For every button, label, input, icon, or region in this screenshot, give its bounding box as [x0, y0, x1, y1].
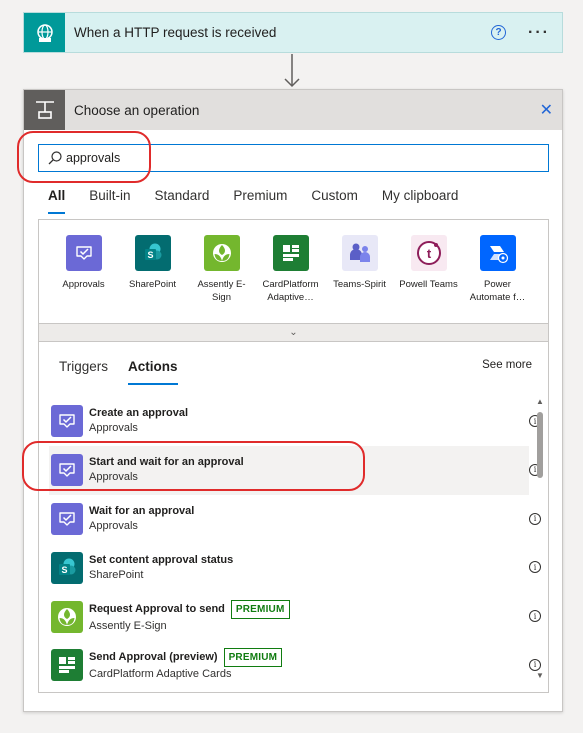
premium-badge: PREMIUM: [230, 599, 290, 619]
approvals-icon: [51, 502, 83, 535]
action-connector: CardPlatform Adaptive Cards: [89, 668, 232, 681]
action-connector: Approvals: [89, 519, 138, 532]
teams-spirit-icon: [341, 235, 378, 271]
sharepoint-icon: S: [51, 551, 83, 584]
action-item[interactable]: Wait for an approval Approvals i: [49, 495, 541, 544]
category-tabs: All Built-in Standard Premium Custom My clipb…: [48, 188, 482, 214]
action-name: Wait for an approval: [89, 504, 195, 517]
connector-name: Powell Teams: [399, 279, 458, 290]
tab-all[interactable]: All: [48, 188, 66, 214]
chevron-down-icon: ⌄: [289, 327, 298, 338]
connector-name: SharePoint: [128, 279, 176, 290]
action-connector: Assently E-Sign: [89, 619, 167, 632]
tab-standard[interactable]: Standard: [155, 188, 210, 214]
help-icon[interactable]: ?: [491, 25, 507, 40]
more-options-icon[interactable]: ···: [528, 24, 550, 42]
power-automate-icon: [479, 235, 516, 271]
connector-name: Approvals: [62, 279, 105, 290]
scroll-up-icon[interactable]: ▲: [536, 398, 544, 406]
flow-arrow-icon: [284, 54, 300, 88]
approvals-icon: [51, 405, 83, 438]
tab-my-clipboard[interactable]: My clipboard: [382, 188, 459, 214]
cardplatform-icon: [51, 649, 83, 682]
scroll-down-icon[interactable]: ▼: [536, 672, 544, 680]
tab-actions[interactable]: Actions: [128, 359, 178, 385]
tab-custom[interactable]: Custom: [311, 188, 358, 214]
tab-built-in[interactable]: Built-in: [89, 188, 130, 214]
connector-powell-teams[interactable]: t Powell Teams: [394, 235, 463, 304]
panel-header: Choose an operation ✕: [24, 90, 562, 130]
connector-name: CardPlatform Adaptive…: [262, 279, 319, 303]
action-name: Create an approval: [89, 407, 189, 420]
action-item[interactable]: Create an approval Approvals i: [49, 397, 541, 446]
connector-assently[interactable]: Assently E-Sign: [187, 235, 256, 304]
action-item[interactable]: S Set content approval status SharePoint…: [49, 543, 541, 592]
result-tabs: Triggers Actions: [59, 359, 198, 385]
operation-icon: [24, 90, 65, 130]
http-trigger-card[interactable]: When a HTTP request is received ? ···: [23, 12, 563, 53]
connector-sharepoint[interactable]: S SharePoint: [118, 235, 187, 304]
assently-icon: [51, 600, 83, 633]
connector-name: Power Automate f…: [469, 279, 526, 303]
see-more-link[interactable]: See more: [482, 359, 532, 371]
svg-text:S: S: [61, 565, 67, 575]
tab-triggers[interactable]: Triggers: [59, 359, 108, 385]
panel-title: Choose an operation: [74, 102, 200, 118]
action-connector: SharePoint: [89, 568, 144, 581]
assently-icon: [203, 235, 240, 271]
action-name: Request Approval to send: [89, 602, 225, 615]
connector-name: Assently E-Sign: [197, 279, 246, 303]
scrollbar-thumb[interactable]: [537, 412, 543, 478]
action-connector: Approvals: [89, 422, 138, 435]
connector-cardplatform[interactable]: CardPlatform Adaptive…: [256, 235, 325, 304]
premium-badge: PREMIUM: [223, 648, 283, 668]
connector-power-automate[interactable]: Power Automate f…: [463, 235, 532, 304]
http-globe-icon: [24, 13, 65, 52]
tab-premium[interactable]: Premium: [233, 188, 287, 214]
results-panel: Triggers Actions See more Create an appro…: [38, 342, 549, 693]
svg-text:S: S: [147, 250, 153, 260]
annotation-action-highlight: [22, 441, 365, 491]
annotation-search-highlight: [17, 131, 151, 183]
connector-name: Teams-Spirit: [333, 279, 386, 290]
sharepoint-icon: S: [134, 235, 171, 271]
action-name: Send Approval (preview): [89, 651, 218, 664]
action-item[interactable]: Request Approval to send PREMIUM Assently…: [49, 592, 541, 641]
action-name: Set content approval status: [89, 553, 234, 566]
scrollbar[interactable]: ▲ ▼: [536, 398, 544, 680]
svg-text:t: t: [426, 246, 431, 261]
close-icon[interactable]: ✕: [540, 100, 553, 120]
trigger-title: When a HTTP request is received: [74, 25, 277, 40]
cardplatform-icon: [272, 235, 309, 271]
action-item[interactable]: Send Approval (preview) PREMIUM CardPlatf…: [49, 641, 541, 690]
connector-approvals[interactable]: Approvals: [49, 235, 118, 304]
approvals-icon: [65, 235, 102, 271]
connector-teams-spirit[interactable]: Teams-Spirit: [325, 235, 394, 304]
powell-teams-icon: t: [410, 235, 447, 271]
expand-connectors-toggle[interactable]: ⌄: [38, 323, 549, 342]
